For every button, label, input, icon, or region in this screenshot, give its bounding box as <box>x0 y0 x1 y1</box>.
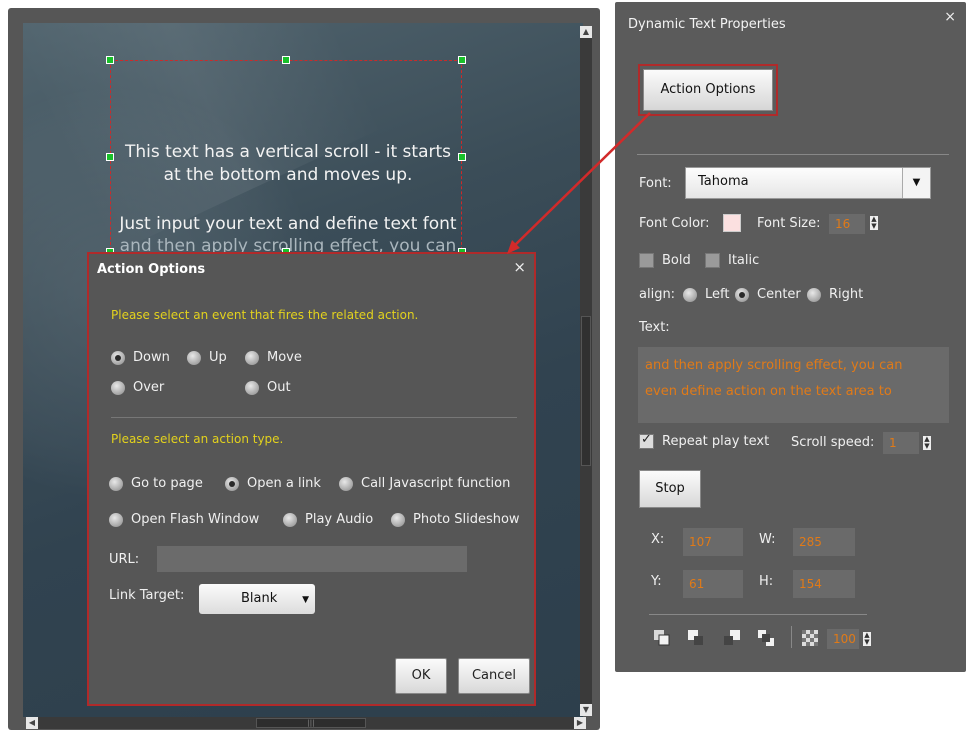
connector-arrow-icon <box>507 112 651 254</box>
